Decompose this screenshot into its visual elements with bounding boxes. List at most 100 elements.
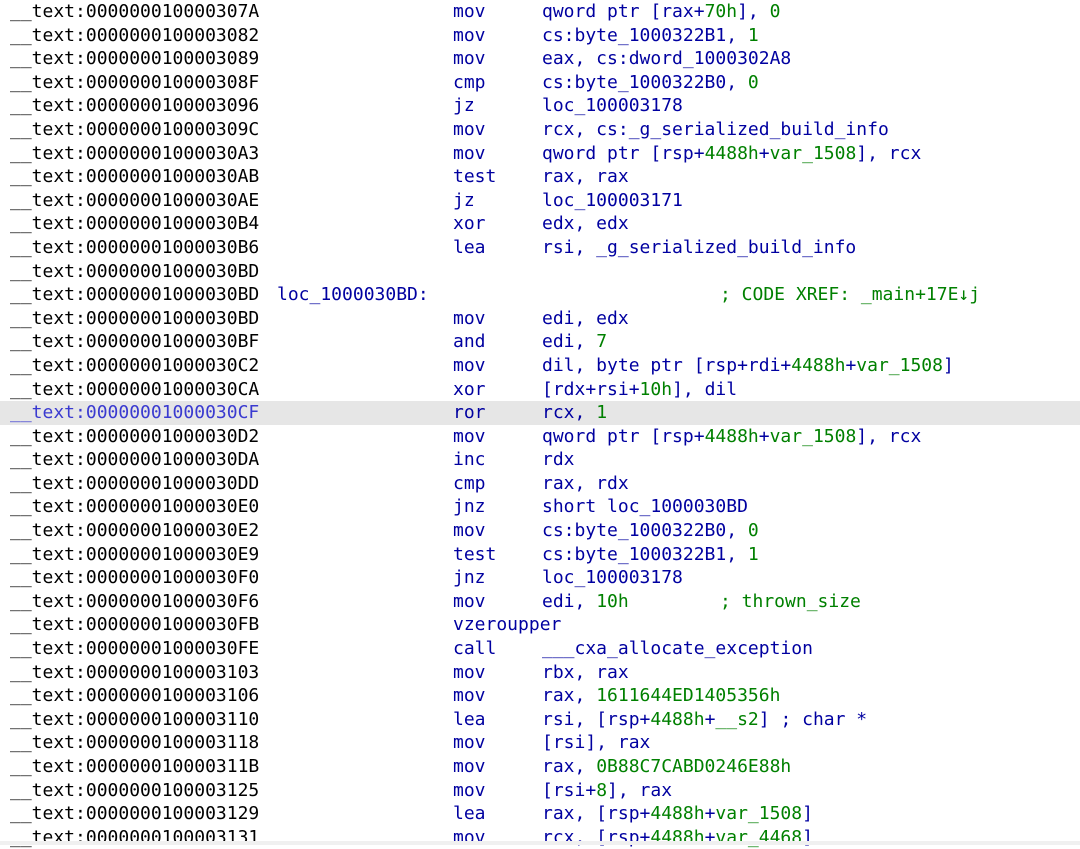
listing-row[interactable]: __text:00000001000030E2 mov cs:byte_100032… bbox=[0, 519, 1080, 543]
operand-number: 70h bbox=[704, 1, 738, 22]
operand-symbol: rax, rdx bbox=[542, 472, 629, 494]
operands: rax, [rsp+4488h+var_1508] bbox=[542, 802, 813, 826]
listing-row[interactable]: __text:00000001000030F0 jnz loc_100003178 bbox=[0, 566, 1080, 590]
disassembly-listing[interactable]: __text:000000010000307A mov qword ptr [rax… bbox=[0, 0, 1080, 849]
listing-row[interactable]: __text:00000001000030B6 lea rsi, _g_serial… bbox=[0, 236, 1080, 260]
operands: rcx, [rsp+4488h+var_4468] bbox=[542, 826, 813, 849]
operands: dil, byte ptr [rsp+rdi+4488h+var_1508] bbox=[542, 354, 954, 378]
mnemonic: mov bbox=[453, 590, 486, 612]
listing-row[interactable]: __text:000000010000307A mov qword ptr [rax… bbox=[0, 0, 1080, 24]
listing-row[interactable]: __text:0000000100003089 mov eax, cs:dword_… bbox=[0, 47, 1080, 71]
listing-row[interactable]: __text:0000000100003129 lea rax, [rsp+4488… bbox=[0, 802, 1080, 826]
address: __text:000000010000308F bbox=[10, 71, 260, 93]
operand-symbol: ], rcx bbox=[856, 142, 922, 164]
listing-row[interactable]: __text:00000001000030F6 mov edi, 10h ; thro… bbox=[0, 590, 1080, 614]
operands: edi, edx bbox=[542, 307, 629, 331]
listing-row[interactable]: __text:00000001000030AB test rax, rax bbox=[0, 165, 1080, 189]
mnemonic: inc bbox=[453, 449, 486, 471]
operand-symbol: rcx, bbox=[542, 402, 597, 424]
code-label[interactable]: loc_1000030BD: bbox=[277, 283, 429, 307]
address: __text:00000001000030D2 bbox=[10, 425, 260, 447]
address: __text:00000001000030DA bbox=[10, 449, 260, 471]
listing-row[interactable]: __text:0000000100003110 lea rsi, [rsp+4488… bbox=[0, 708, 1080, 732]
mnemonic: mov bbox=[453, 48, 486, 70]
listing-row[interactable]: __text:00000001000030BD bbox=[0, 260, 1080, 284]
mnemonic: jnz bbox=[453, 496, 486, 518]
address: __text:00000001000030BD bbox=[10, 307, 260, 329]
address: __text:00000001000030F0 bbox=[10, 567, 260, 589]
operand-symbol: ; char * bbox=[780, 708, 868, 730]
listing-row[interactable]: __text:000000010000309C mov rcx, cs:_g_ser… bbox=[0, 118, 1080, 142]
listing-row[interactable]: __text:00000001000030B4 xor edx, edx bbox=[0, 212, 1080, 236]
listing-row[interactable]: __text:00000001000030DD cmp rax, rdx bbox=[0, 472, 1080, 496]
mnemonic: jnz bbox=[453, 567, 486, 589]
operand-symbol: + bbox=[845, 354, 857, 376]
operand-number: 0 bbox=[747, 520, 759, 542]
mnemonic: mov bbox=[453, 1, 486, 22]
operand-symbol: loc_100003178 bbox=[542, 95, 683, 117]
operands: loc_100003178 bbox=[542, 566, 683, 590]
listing-row[interactable]: __text:000000010000311B mov rax, 0B88C7CAB… bbox=[0, 755, 1080, 779]
operand-symbol: edi, bbox=[542, 331, 597, 353]
listing-row[interactable]: __text:00000001000030FB vzeroupper bbox=[0, 613, 1080, 637]
listing-row[interactable]: __text:0000000100003106 mov rax, 1611644ED… bbox=[0, 684, 1080, 708]
operand-symbol: + bbox=[758, 425, 770, 447]
listing-row[interactable]: __text:0000000100003103 mov rbx, rax bbox=[0, 661, 1080, 685]
listing-row[interactable]: __text:00000001000030D2 mov qword ptr [rsp… bbox=[0, 425, 1080, 449]
mnemonic: mov bbox=[453, 756, 486, 777]
listing-row[interactable]: __text:00000001000030CF ror rcx, 1 bbox=[0, 401, 1080, 425]
listing-row[interactable]: __text:0000000100003125 mov [rsi+8], rax bbox=[0, 779, 1080, 803]
operand-symbol: + bbox=[758, 142, 770, 164]
address: __text:0000000100003103 bbox=[10, 661, 260, 683]
listing-row[interactable]: __text:00000001000030AE jz loc_100003171 bbox=[0, 189, 1080, 213]
operand-symbol: ], rax bbox=[607, 779, 673, 801]
listing-row[interactable]: __text:0000000100003096 jz loc_100003178 bbox=[0, 94, 1080, 118]
operand-symbol: rax, bbox=[542, 756, 597, 777]
listing-row[interactable]: __text:0000000100003118 mov [rsi], rax bbox=[0, 731, 1080, 755]
operands: rax, rax bbox=[542, 165, 629, 189]
mnemonic: cmp bbox=[453, 71, 486, 93]
operand-symbol: loc_100003178 bbox=[542, 567, 683, 589]
mnemonic: cmp bbox=[453, 472, 486, 494]
operands: qword ptr [rax+70h], 0 bbox=[542, 0, 780, 24]
operands: rax, rdx bbox=[542, 472, 629, 496]
listing-row[interactable]: __text:00000001000030BD loc_1000030BD: ; C… bbox=[0, 283, 1080, 307]
listing-row[interactable]: __text:00000001000030BF and edi, 7 bbox=[0, 330, 1080, 354]
listing-row[interactable]: __text:000000010000308F cmp cs:byte_100032… bbox=[0, 71, 1080, 95]
listing-row[interactable]: __text:00000001000030FE call ___cxa_alloca… bbox=[0, 637, 1080, 661]
operand-symbol: + bbox=[704, 708, 716, 730]
listing-row[interactable]: __text:00000001000030DA inc rdx bbox=[0, 448, 1080, 472]
operand-symbol: rsi, [rsp+ bbox=[542, 708, 651, 730]
comment: ; thrown_size bbox=[720, 590, 861, 612]
operand-symbol: cs:byte_1000322B0, bbox=[542, 71, 748, 93]
listing-row[interactable]: __text:00000001000030C2 mov dil, byte ptr … bbox=[0, 354, 1080, 378]
listing-row[interactable]: __text:00000001000030BD mov edi, edx bbox=[0, 307, 1080, 331]
horizontal-scrollbar[interactable] bbox=[0, 841, 1080, 845]
operands: rax, 0B88C7CABD0246E88h bbox=[542, 755, 791, 779]
listing-row[interactable]: __text:00000001000030CA xor [rdx+rsi+10h],… bbox=[0, 378, 1080, 402]
operands: edi, 10h bbox=[542, 590, 629, 614]
operand-symbol: ] bbox=[942, 354, 954, 376]
operand-symbol: qword ptr [rsp+ bbox=[542, 425, 705, 447]
listing-row[interactable]: __text:0000000100003082 mov cs:byte_100032… bbox=[0, 24, 1080, 48]
operand-number: 8 bbox=[596, 779, 608, 801]
operand-symbol: rdx bbox=[542, 449, 575, 471]
listing-row[interactable]: __text:00000001000030E0 jnz short loc_1000… bbox=[0, 495, 1080, 519]
mnemonic: xor bbox=[453, 378, 486, 400]
operand-number: 7 bbox=[596, 331, 608, 353]
listing-row[interactable]: __text:00000001000030E9 test cs:byte_10003… bbox=[0, 543, 1080, 567]
mnemonic: test bbox=[453, 543, 497, 565]
mnemonic: mov bbox=[453, 307, 486, 329]
listing-row[interactable]: __text:0000000100003131 mov rcx, [rsp+4488… bbox=[0, 826, 1080, 849]
operand-symbol: rax, [rsp+ bbox=[542, 803, 651, 825]
mnemonic: mov bbox=[453, 24, 486, 46]
mnemonic: mov bbox=[453, 732, 486, 754]
address: __text:00000001000030DD bbox=[10, 472, 260, 494]
listing-row[interactable]: __text:00000001000030A3 mov qword ptr [rsp… bbox=[0, 142, 1080, 166]
operands: [rsi+8], rax bbox=[542, 779, 672, 803]
operand-number: 10h bbox=[639, 378, 673, 400]
address: __text:00000001000030FE bbox=[10, 638, 260, 660]
operand-symbol: ] bbox=[758, 708, 781, 730]
mnemonic: mov bbox=[453, 425, 486, 447]
address: __text:00000001000030E2 bbox=[10, 520, 260, 542]
